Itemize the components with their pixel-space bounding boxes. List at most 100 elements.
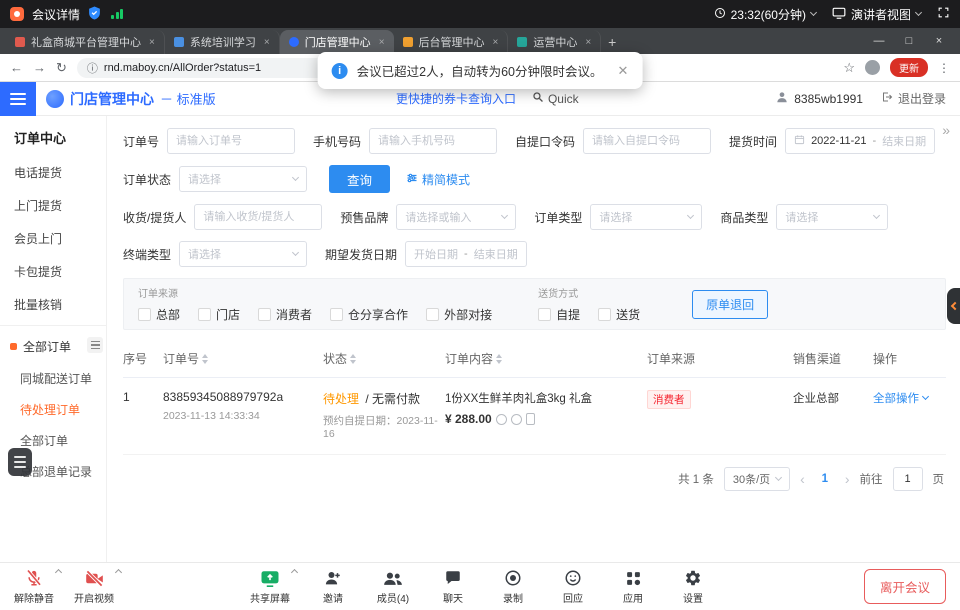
security-shield-icon[interactable] xyxy=(88,6,101,23)
new-tab-button[interactable]: + xyxy=(601,30,623,54)
terminal-type-select[interactable]: 请选择 xyxy=(179,241,307,267)
chevron-up-icon[interactable] xyxy=(55,569,62,576)
checkbox-delivery-ship[interactable]: 送货 xyxy=(598,306,640,323)
checkbox-source-store[interactable]: 门店 xyxy=(198,306,240,323)
col-status[interactable]: 状态 xyxy=(323,350,445,367)
window-close-button[interactable]: × xyxy=(924,28,954,54)
order-type-select[interactable]: 请选择 xyxy=(590,204,702,230)
invite-button[interactable]: 邀请 xyxy=(316,568,350,605)
tab-close-icon[interactable]: × xyxy=(585,37,591,48)
reactions-button[interactable]: 回应 xyxy=(556,568,590,605)
share-screen-button[interactable]: 共享屏幕 xyxy=(250,568,290,605)
browser-tab[interactable]: 礼盒商城平台管理中心 × xyxy=(6,30,165,54)
expect-ship-date-range-picker[interactable]: 开始日期 - 结束日期 xyxy=(405,241,527,267)
all-actions-dropdown[interactable]: 全部操作 xyxy=(873,390,928,406)
browser-tab[interactable]: 后台管理中心 × xyxy=(394,30,509,54)
col-content[interactable]: 订单内容 xyxy=(445,350,647,367)
checkbox-icon xyxy=(258,308,271,321)
sidebar-item-city-delivery-orders[interactable]: 同城配送订单 xyxy=(0,363,106,394)
sidebar-collapse-icon[interactable] xyxy=(87,337,103,353)
settings-button[interactable]: 设置 xyxy=(676,568,710,605)
record-button[interactable]: 录制 xyxy=(496,568,530,605)
sidebar-item-member-visit[interactable]: 会员上门 xyxy=(0,222,106,255)
chevron-up-icon[interactable] xyxy=(115,569,122,576)
sidebar-item-door-pickup[interactable]: 上门提货 xyxy=(0,189,106,222)
chat-button[interactable]: 聊天 xyxy=(436,568,470,605)
user-account[interactable]: 8385wb1991 xyxy=(775,90,863,107)
col-order-no[interactable]: 订单号 xyxy=(163,350,323,367)
sidebar-item-pending-orders[interactable]: 待处理订单 xyxy=(0,394,106,425)
quick-search[interactable]: Quick xyxy=(532,91,579,106)
pickup-code-label: 自提口令码 xyxy=(515,133,575,150)
presale-brand-select[interactable]: 请选择或输入 xyxy=(396,204,516,230)
window-maximize-button[interactable]: □ xyxy=(894,28,924,54)
table-header-row: 序号 订单号 状态 订单内容 订单来源 销售渠道 操作 xyxy=(123,340,946,378)
cell-order-no: 83859345088979792a 2023-11-13 14:33:34 xyxy=(163,390,323,422)
meeting-timer[interactable]: 23:32(60分钟) xyxy=(714,6,816,23)
tab-close-icon[interactable]: × xyxy=(264,37,270,48)
next-page-button[interactable]: › xyxy=(845,471,850,487)
members-button[interactable]: 成员(4) xyxy=(376,568,410,605)
search-button[interactable]: 查询 xyxy=(329,165,390,193)
browser-tab-active[interactable]: 门店管理中心 × xyxy=(280,30,394,54)
original-order-return-button[interactable]: 原单退回 xyxy=(692,290,768,319)
checkbox-delivery-selfpickup[interactable]: 自提 xyxy=(538,306,580,323)
window-minimize-button[interactable]: — xyxy=(864,28,894,54)
meeting-title[interactable]: 会议详情 xyxy=(32,6,80,23)
meeting-notification-banner: i 会议已超过2人，自动转为60分钟限时会议。 ✕ xyxy=(318,52,643,89)
apps-button[interactable]: 应用 xyxy=(616,568,650,605)
pickup-time-range-picker[interactable]: 2022-11-21 - 结束日期 xyxy=(785,128,935,154)
order-source-group: 订单来源 总部 门店 消费者 仓分享合作 外部对接 xyxy=(138,285,492,323)
order-no-input[interactable] xyxy=(167,128,295,154)
product-type-select[interactable]: 请选择 xyxy=(776,204,888,230)
leave-meeting-button[interactable]: 离开会议 xyxy=(864,569,946,604)
sidebar-item-batch-verify[interactable]: 批量核销 xyxy=(0,288,106,321)
start-video-button[interactable]: 开启视频 xyxy=(74,568,114,605)
browser-profile-avatar[interactable] xyxy=(865,60,880,75)
checkbox-source-warehouse-coop[interactable]: 仓分享合作 xyxy=(330,306,408,323)
unmute-button[interactable]: 解除静音 xyxy=(14,568,54,605)
chevron-up-icon[interactable] xyxy=(291,569,298,576)
app-title-suffix: － 标准版 xyxy=(160,89,216,108)
logout-button[interactable]: 退出登录 xyxy=(881,90,946,107)
prev-page-button[interactable]: ‹ xyxy=(800,471,805,487)
simple-mode-toggle[interactable]: 精简模式 xyxy=(406,171,470,188)
tab-close-icon[interactable]: × xyxy=(149,37,155,48)
browser-update-button[interactable]: 更新 xyxy=(890,58,928,77)
hamburger-menu-button[interactable] xyxy=(0,82,36,116)
tab-close-icon[interactable]: × xyxy=(493,37,499,48)
receiver-input[interactable] xyxy=(194,204,322,230)
forward-icon[interactable]: → xyxy=(33,60,46,75)
sort-icon[interactable] xyxy=(350,354,356,364)
phone-input[interactable] xyxy=(369,128,497,154)
order-no-value[interactable]: 83859345088979792a xyxy=(163,390,323,404)
order-status-select[interactable]: 请选择 xyxy=(179,166,307,192)
bookmark-star-icon[interactable]: ☆ xyxy=(843,60,855,76)
current-page[interactable]: 1 xyxy=(815,473,835,485)
panel-collapse-icon[interactable]: » xyxy=(942,122,950,138)
view-mode-selector[interactable]: 演讲者视图 xyxy=(832,6,921,23)
page-size-select[interactable]: 30条/页 xyxy=(724,467,790,491)
back-icon[interactable]: ← xyxy=(10,60,23,75)
browser-tab[interactable]: 运营中心 × xyxy=(508,30,601,54)
invite-person-icon xyxy=(324,568,342,588)
sidebar-item-phone-pickup[interactable]: 电话提货 xyxy=(0,156,106,189)
checkbox-source-hq[interactable]: 总部 xyxy=(138,306,180,323)
sort-icon[interactable] xyxy=(202,354,208,364)
close-icon[interactable]: ✕ xyxy=(617,63,628,79)
browser-tab[interactable]: 系统培训学习 × xyxy=(165,30,280,54)
tab-close-icon[interactable]: × xyxy=(379,37,385,48)
goto-page-input[interactable] xyxy=(893,467,923,491)
pickup-code-input[interactable] xyxy=(583,128,711,154)
checkbox-source-external[interactable]: 外部对接 xyxy=(426,306,492,323)
sidebar-item-card-pickup[interactable]: 卡包提货 xyxy=(0,255,106,288)
checkbox-source-consumer[interactable]: 消费者 xyxy=(258,306,312,323)
site-info-icon[interactable]: ⓘ xyxy=(87,60,98,76)
browser-menu-icon[interactable]: ⋮ xyxy=(938,61,950,75)
reload-icon[interactable]: ↻ xyxy=(56,60,67,76)
coupon-query-link[interactable]: 更快捷的券卡查询入口 xyxy=(396,90,516,107)
fullscreen-icon[interactable] xyxy=(937,6,950,22)
side-panel-handle[interactable] xyxy=(947,288,960,324)
sort-icon[interactable] xyxy=(496,354,502,364)
floating-list-widget[interactable] xyxy=(8,448,32,476)
